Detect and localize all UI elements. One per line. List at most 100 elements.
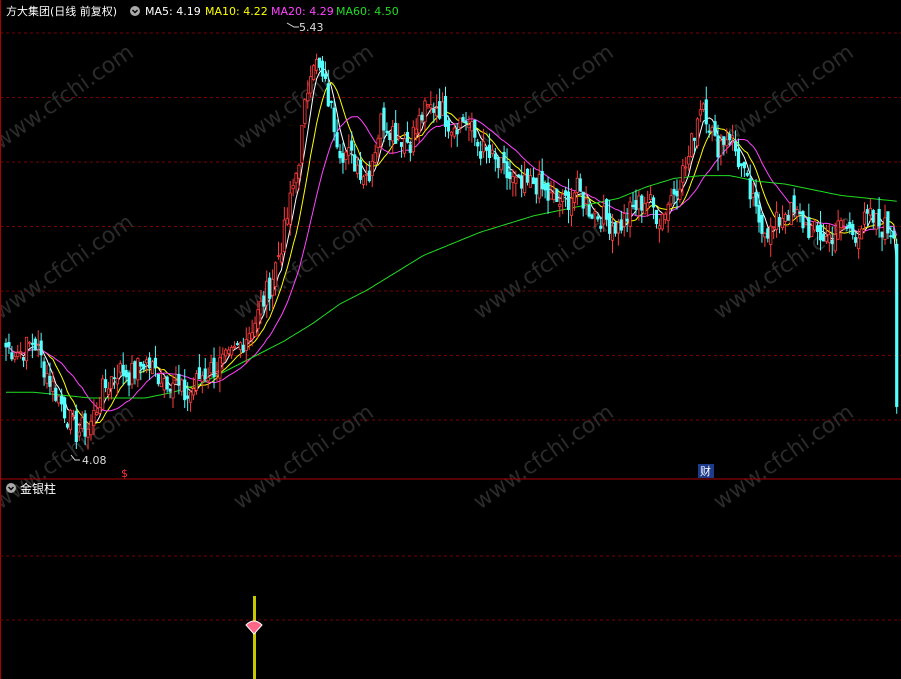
candle-down	[262, 295, 266, 307]
candle-down	[640, 195, 644, 211]
candle-up	[593, 211, 597, 215]
candle-up	[77, 431, 81, 437]
candle-down	[323, 73, 327, 79]
candle-down	[613, 222, 618, 234]
candle-up	[731, 135, 735, 139]
candle-up	[827, 234, 831, 244]
candle-down	[112, 377, 117, 380]
candle-down	[713, 121, 717, 136]
candle-down	[745, 172, 749, 176]
candle-up	[136, 358, 140, 381]
candle-up	[663, 213, 667, 221]
candle-up	[150, 361, 155, 375]
candle-down	[581, 191, 585, 209]
candle-up	[695, 118, 700, 147]
candle-down	[350, 140, 354, 151]
candle-up	[297, 164, 301, 179]
candle-down	[871, 210, 875, 223]
candle-up	[98, 407, 102, 414]
candle-up	[397, 136, 401, 140]
candle-down	[329, 100, 333, 103]
candle-down	[587, 204, 591, 217]
candle-up	[789, 202, 793, 226]
candle-down	[464, 120, 468, 124]
candle-up	[440, 101, 445, 116]
candle-up	[490, 149, 494, 154]
candle-down	[607, 213, 612, 234]
candle-down	[886, 211, 890, 234]
low-price-label: 4.08	[82, 454, 107, 467]
candle-up	[842, 226, 846, 229]
collapse-chevron-icon[interactable]	[130, 6, 140, 16]
candle-up	[180, 379, 184, 392]
candle-up	[45, 372, 49, 384]
candle-down	[555, 189, 559, 203]
candle-up	[361, 176, 366, 185]
candle-down	[476, 142, 480, 147]
candle-up	[883, 217, 887, 240]
candle-down	[133, 361, 137, 379]
candle-down	[235, 343, 240, 346]
candle-up	[839, 220, 843, 229]
candle-up	[575, 177, 579, 193]
candle-down	[599, 225, 603, 229]
candle-up	[561, 193, 565, 202]
candle-down	[880, 231, 884, 238]
gold-silver-signal-bar	[253, 596, 256, 679]
candle-down	[733, 141, 738, 152]
candle-up	[698, 109, 703, 116]
candle-up	[279, 253, 284, 263]
candle-up	[774, 211, 779, 230]
candle-down	[801, 211, 805, 229]
candle-down	[546, 182, 550, 201]
candle-up	[499, 157, 503, 171]
candle-up	[458, 117, 462, 128]
candle-up	[51, 380, 55, 392]
candle-down	[760, 214, 764, 234]
candle-up	[276, 255, 281, 258]
candle-down	[63, 397, 67, 419]
candle-down	[496, 157, 500, 169]
candle-up	[218, 357, 222, 379]
candle-up	[194, 373, 199, 391]
candle-down	[241, 344, 245, 353]
candle-up	[206, 377, 210, 382]
candle-down	[505, 161, 509, 179]
lower-pane-chevron-icon[interactable]	[6, 483, 16, 493]
candle-up	[610, 225, 615, 241]
candle-up	[101, 378, 105, 410]
candle-up	[379, 113, 383, 139]
candle-down	[408, 144, 412, 153]
candle-up	[373, 152, 377, 163]
candle-down	[675, 190, 679, 197]
candle-up	[291, 184, 295, 190]
candle-down	[540, 170, 544, 190]
candle-up	[115, 377, 119, 385]
candle-up	[423, 100, 427, 123]
candle-down	[385, 130, 389, 133]
candle-down	[564, 190, 568, 196]
candle-up	[467, 124, 471, 129]
candle-down	[754, 191, 758, 207]
candle-down	[736, 148, 741, 168]
candle-up	[221, 353, 225, 364]
candle-up	[643, 203, 647, 215]
candle-down	[543, 183, 547, 191]
candle-up	[364, 173, 368, 176]
candle-up	[426, 104, 430, 107]
candle-up	[188, 391, 193, 403]
candle-up	[429, 104, 433, 109]
candle-down	[816, 225, 820, 232]
candle-up	[628, 201, 632, 227]
candle-down	[335, 132, 339, 148]
candle-up	[649, 194, 653, 201]
candle-up	[288, 192, 292, 225]
candle-down	[353, 154, 357, 172]
candle-down	[183, 379, 187, 401]
ma5-label: MA5: 4.19	[145, 5, 201, 18]
candle-down	[722, 136, 726, 145]
candle-down	[165, 376, 169, 390]
candle-down	[707, 130, 711, 133]
candle-up	[109, 376, 114, 389]
lower-pane-title: 金银柱	[20, 481, 56, 496]
